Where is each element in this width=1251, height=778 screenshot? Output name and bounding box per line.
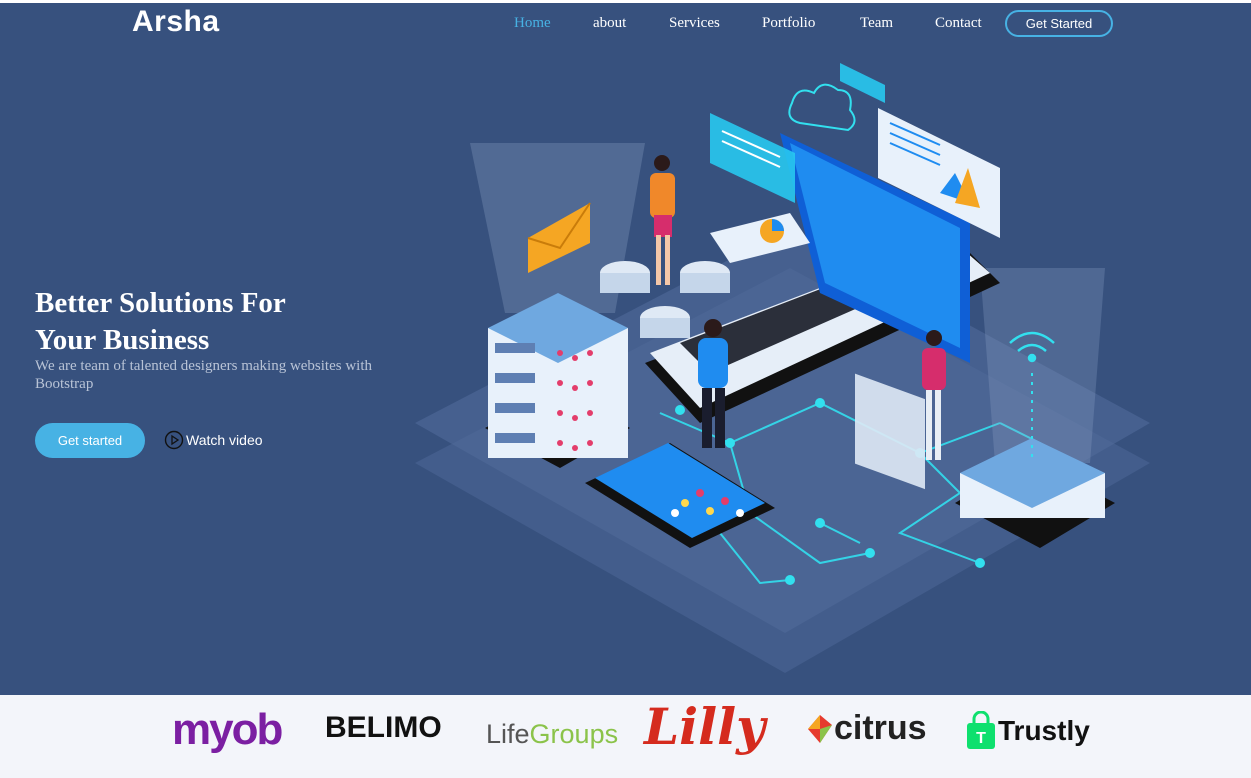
nav-about[interactable]: about	[593, 15, 626, 32]
main-nav: Home about Services Portfolio Team Conta…	[0, 10, 1251, 45]
lifegroups-logo-text-groups: Groups	[529, 719, 619, 749]
client-logo-citrus: citrus	[806, 709, 927, 748]
hero-subtitle: We are team of talented designers making…	[35, 358, 373, 392]
hero-title: Better Solutions For Your Business	[35, 285, 365, 359]
hero-title-line-1: Better Solutions For	[35, 287, 286, 319]
isometric-tech-illustration-icon	[415, 63, 1150, 673]
trustly-bag-icon: T	[967, 711, 995, 749]
client-logo-trustly: T Trustly	[964, 711, 1090, 751]
watch-video-link[interactable]: Watch video	[164, 430, 263, 450]
watch-video-label: Watch video	[186, 432, 263, 448]
get-started-nav-button[interactable]: Get Started	[1005, 10, 1113, 37]
nav-portfolio[interactable]: Portfolio	[762, 15, 815, 32]
client-logo-lifegroups: Life Groups	[486, 719, 618, 750]
svg-text:T: T	[976, 730, 986, 747]
nav-contact[interactable]: Contact	[935, 15, 982, 32]
nav-team[interactable]: Team	[860, 15, 893, 32]
client-logo-lilly: Lilly	[644, 697, 765, 756]
citrus-leaf-icon	[808, 714, 832, 743]
lifegroups-logo-text-life: Life	[486, 719, 530, 749]
nav-home[interactable]: Home	[514, 15, 551, 32]
clients-bar: myob BELIMO Life Groups Lilly citrus T Tr…	[0, 695, 1251, 778]
hero-section: Arsha Home about Services Portfolio Team…	[0, 0, 1251, 695]
lilly-logo-text: Lilly	[644, 697, 766, 756]
play-circle-icon	[164, 430, 184, 450]
citrus-logo-text: citrus	[834, 709, 927, 747]
client-logo-belimo: BELIMO	[325, 711, 442, 745]
hero-title-line-2: Your Business	[35, 324, 210, 356]
trustly-logo-text: Trustly	[998, 715, 1090, 746]
belimo-logo-text: BELIMO	[325, 711, 442, 744]
myob-logo-text: myob	[172, 705, 283, 754]
client-logo-myob: myob	[172, 705, 283, 755]
get-started-button[interactable]: Get started	[35, 423, 145, 458]
nav-services[interactable]: Services	[669, 15, 720, 32]
